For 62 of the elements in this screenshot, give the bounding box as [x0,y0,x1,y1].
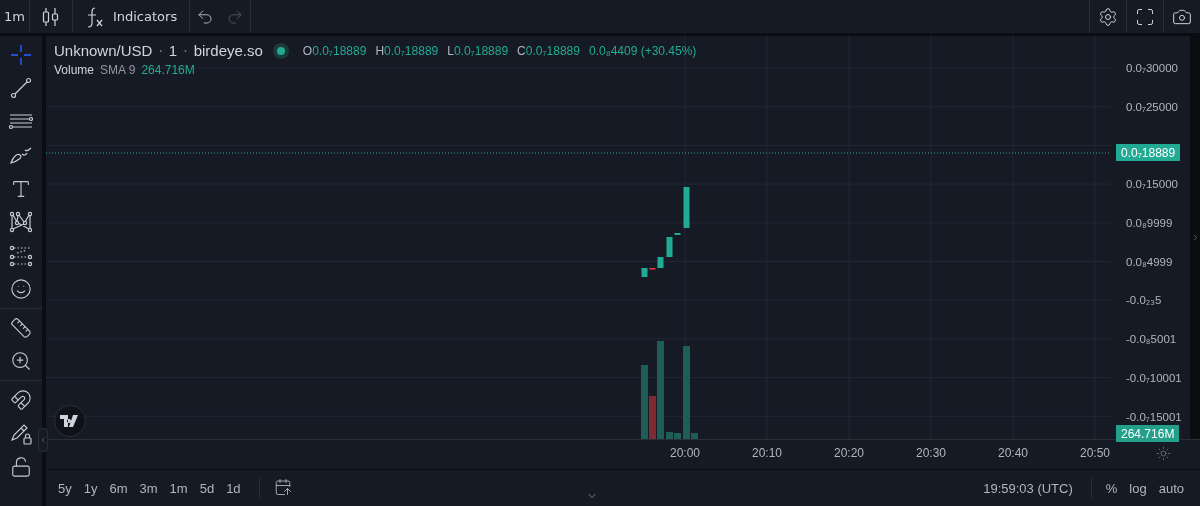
legend-separator: · [183,42,188,59]
ohlc-value: L0.0₇18889 [447,43,509,58]
clock: 19:59:03 (UTC) [983,480,1073,496]
symbol-name: Unknown/USD [54,42,153,59]
price-label: 0.0₇25000 [1126,101,1178,114]
volume-label: Volume [54,63,95,77]
ohlc-value: H0.0₇18889 [375,43,439,58]
last-price-tag: 0.0₇18889 [1116,144,1181,161]
range-button[interactable]: 5y [54,475,76,502]
volume-tag: 264.716M [1116,425,1180,442]
ohlc-value: C0.0₇18889 [517,43,580,58]
magnet-icon [10,388,32,411]
settings-sun-icon[interactable] [1156,445,1171,461]
range-button[interactable]: 3m [135,475,162,502]
data-source: birdeye.so [193,42,263,59]
indicators-button[interactable]: Indicators [72,0,190,33]
price-label: 0.0₇30000 [1126,62,1178,75]
time-label: 20:00 [669,446,701,461]
time-label: 20:30 [915,446,947,461]
range-button[interactable]: 1m [165,475,192,502]
price-label: -0.0₈5001 [1126,333,1177,346]
price-label: 0.0₇15000 [1126,178,1178,191]
time-label: 20:50 [1079,446,1111,461]
market-status-dot [276,46,285,55]
forecast-icon [9,244,33,267]
trend-line-icon [10,77,32,100]
interval-button[interactable]: 1m [0,0,29,33]
ohlc-value: O0.0₇18889 [302,43,367,58]
crosshair-icon [10,43,32,66]
price-change: 0.0₈4409 (+30.45%) [588,43,697,58]
legend-separator: · [158,42,163,59]
candles-icon [41,6,60,27]
unlock-icon [10,455,32,478]
scale-button[interactable]: log [1125,475,1151,502]
logo-icon [54,405,86,437]
volume-ma-label: SMA 9 [100,63,136,77]
range-button[interactable]: 5d [195,475,219,502]
price-label: -0.0₂₃5 [1126,294,1162,307]
range-button[interactable]: 1y [79,475,102,502]
redo-icon [226,7,245,26]
time-label: 20:20 [833,446,865,461]
settings-icon [1098,6,1118,27]
time-label: 20:40 [997,446,1029,461]
range-button[interactable]: 6m [105,475,132,502]
calendar-icon [273,477,292,496]
price-label: -0.0₇15001 [1126,410,1182,423]
scale-button[interactable]: auto [1154,475,1188,502]
price-label: 0.0₈9999 [1126,217,1173,230]
pattern-icon [9,210,33,235]
ruler-icon [10,316,32,339]
price-label: -0.0₇10001 [1126,371,1182,384]
emoji-icon [10,278,32,301]
range-button[interactable]: 1d [222,475,245,502]
volume-value: 264.716M [141,63,195,77]
fullscreen-icon [1135,6,1155,27]
undo-icon [196,7,215,26]
chart-interval: 1 [168,42,178,59]
price-label: 0.0₈4999 [1126,255,1173,268]
zoom-in-icon [10,350,32,373]
chevron-left-icon [39,435,47,445]
scale-button[interactable]: % [1101,475,1122,502]
time-label: 20:10 [751,446,783,461]
